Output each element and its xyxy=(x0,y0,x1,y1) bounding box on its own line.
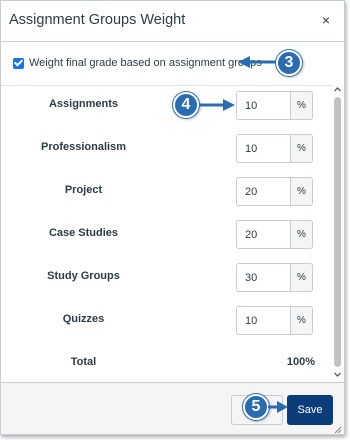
group-weight-input[interactable] xyxy=(236,220,290,249)
group-name: Quizzes xyxy=(62,313,105,325)
dialog-footer: Save xyxy=(1,382,344,434)
arrow-3-icon xyxy=(238,56,278,68)
percent-addon: % xyxy=(290,177,313,206)
table-row: Quizzes % xyxy=(1,301,333,338)
group-name: Study Groups xyxy=(47,270,120,282)
scrollbar-thumb[interactable] xyxy=(334,97,341,367)
group-name: Case Studies xyxy=(48,227,119,239)
group-weight-input[interactable] xyxy=(236,134,290,163)
callout-3: 3 xyxy=(276,50,302,76)
scrollbar[interactable] xyxy=(333,85,342,381)
percent-addon: % xyxy=(290,220,313,249)
table-row: Assignments % xyxy=(1,86,333,123)
dialog-title: Assignment Groups Weight xyxy=(9,12,186,28)
table-row: Project % xyxy=(1,172,333,209)
dialog-header: Assignment Groups Weight × xyxy=(1,1,344,42)
save-button[interactable]: Save xyxy=(287,395,333,425)
percent-addon: % xyxy=(290,306,313,335)
percent-addon: % xyxy=(290,134,313,163)
total-value: 100% xyxy=(286,356,315,368)
group-name: Assignments xyxy=(48,98,119,110)
group-weight-input[interactable] xyxy=(236,91,290,120)
groups-table: Assignments % Professionalism % Project … xyxy=(1,85,333,381)
table-row: Case Studies % xyxy=(1,215,333,252)
weight-checkbox-label: Weight final grade based on assignment g… xyxy=(29,57,262,69)
total-row: Total 100% xyxy=(1,344,333,381)
total-label: Total xyxy=(70,356,97,368)
group-weight-input[interactable] xyxy=(236,177,290,206)
callout-5: 5 xyxy=(243,394,269,420)
dialog-body: Weight final grade based on assignment g… xyxy=(1,43,344,382)
table-row: Study Groups % xyxy=(1,258,333,295)
weight-checkbox[interactable] xyxy=(13,57,24,69)
arrow-4-icon xyxy=(199,99,235,111)
percent-addon: % xyxy=(290,263,313,292)
group-weight-input[interactable] xyxy=(236,306,290,335)
weight-option[interactable]: Weight final grade based on assignment g… xyxy=(13,57,262,69)
group-name: Professionalism xyxy=(41,141,126,153)
percent-addon: % xyxy=(290,91,313,120)
arrow-5-icon xyxy=(268,401,288,413)
table-row: Professionalism % xyxy=(1,129,333,166)
group-name: Project xyxy=(64,184,103,196)
chevron-up-icon[interactable] xyxy=(333,85,342,96)
resize-grip-icon[interactable] xyxy=(334,426,342,434)
close-icon[interactable]: × xyxy=(322,12,330,28)
chevron-down-icon[interactable] xyxy=(333,370,342,381)
callout-4: 4 xyxy=(173,92,199,118)
group-weight-input[interactable] xyxy=(236,263,290,292)
